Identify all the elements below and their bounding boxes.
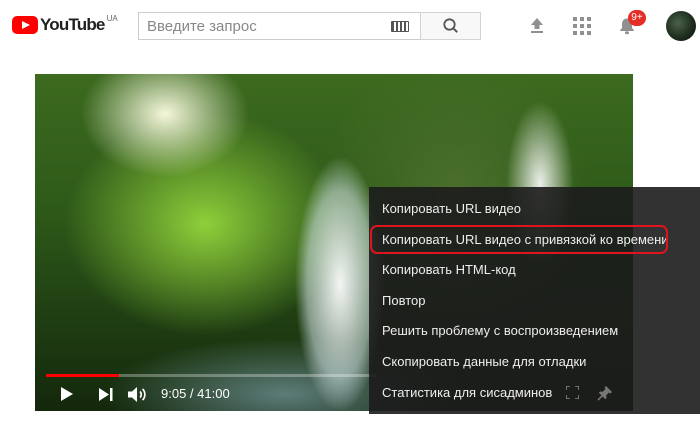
progress-bar[interactable]	[46, 374, 376, 377]
menu-item-loop[interactable]: Повтор	[382, 293, 425, 309]
context-menu: Копировать URL видео Копировать URL виде…	[369, 187, 700, 414]
search-box	[138, 12, 420, 40]
logo-text: YouTube	[40, 15, 105, 34]
search-icon	[443, 18, 458, 33]
menu-item-stats-for-nerds[interactable]: Статистика для сисадминов	[382, 385, 552, 401]
menu-item-copy-embed[interactable]: Копировать HTML-код	[382, 262, 516, 278]
next-icon[interactable]	[99, 388, 113, 401]
avatar[interactable]	[666, 11, 696, 41]
progress-fill	[46, 374, 119, 377]
play-icon[interactable]	[61, 387, 73, 401]
menu-item-troubleshoot[interactable]: Решить проблему с воспроизведением	[382, 323, 618, 339]
highlight-outline	[370, 225, 668, 254]
volume-icon[interactable]	[128, 386, 148, 403]
search-input[interactable]	[139, 13, 385, 39]
search-button[interactable]	[420, 12, 481, 40]
time-display: 9:05 / 41:00	[161, 386, 230, 401]
masthead: YouTube UA 9+	[0, 0, 700, 52]
menu-item-copy-debug[interactable]: Скопировать данные для отладки	[382, 354, 586, 370]
notification-badge: 9+	[628, 10, 646, 26]
upload-icon[interactable]	[528, 16, 546, 34]
menu-item-copy-url[interactable]: Копировать URL видео	[382, 201, 521, 217]
youtube-logo[interactable]: YouTube UA	[12, 14, 118, 36]
pin-icon[interactable]	[597, 386, 612, 401]
youtube-logo-icon	[12, 16, 38, 34]
apps-icon[interactable]	[573, 17, 591, 35]
logo-region: UA	[106, 14, 118, 23]
keyboard-icon[interactable]	[391, 21, 409, 32]
fullscreen-icon[interactable]	[566, 386, 579, 399]
